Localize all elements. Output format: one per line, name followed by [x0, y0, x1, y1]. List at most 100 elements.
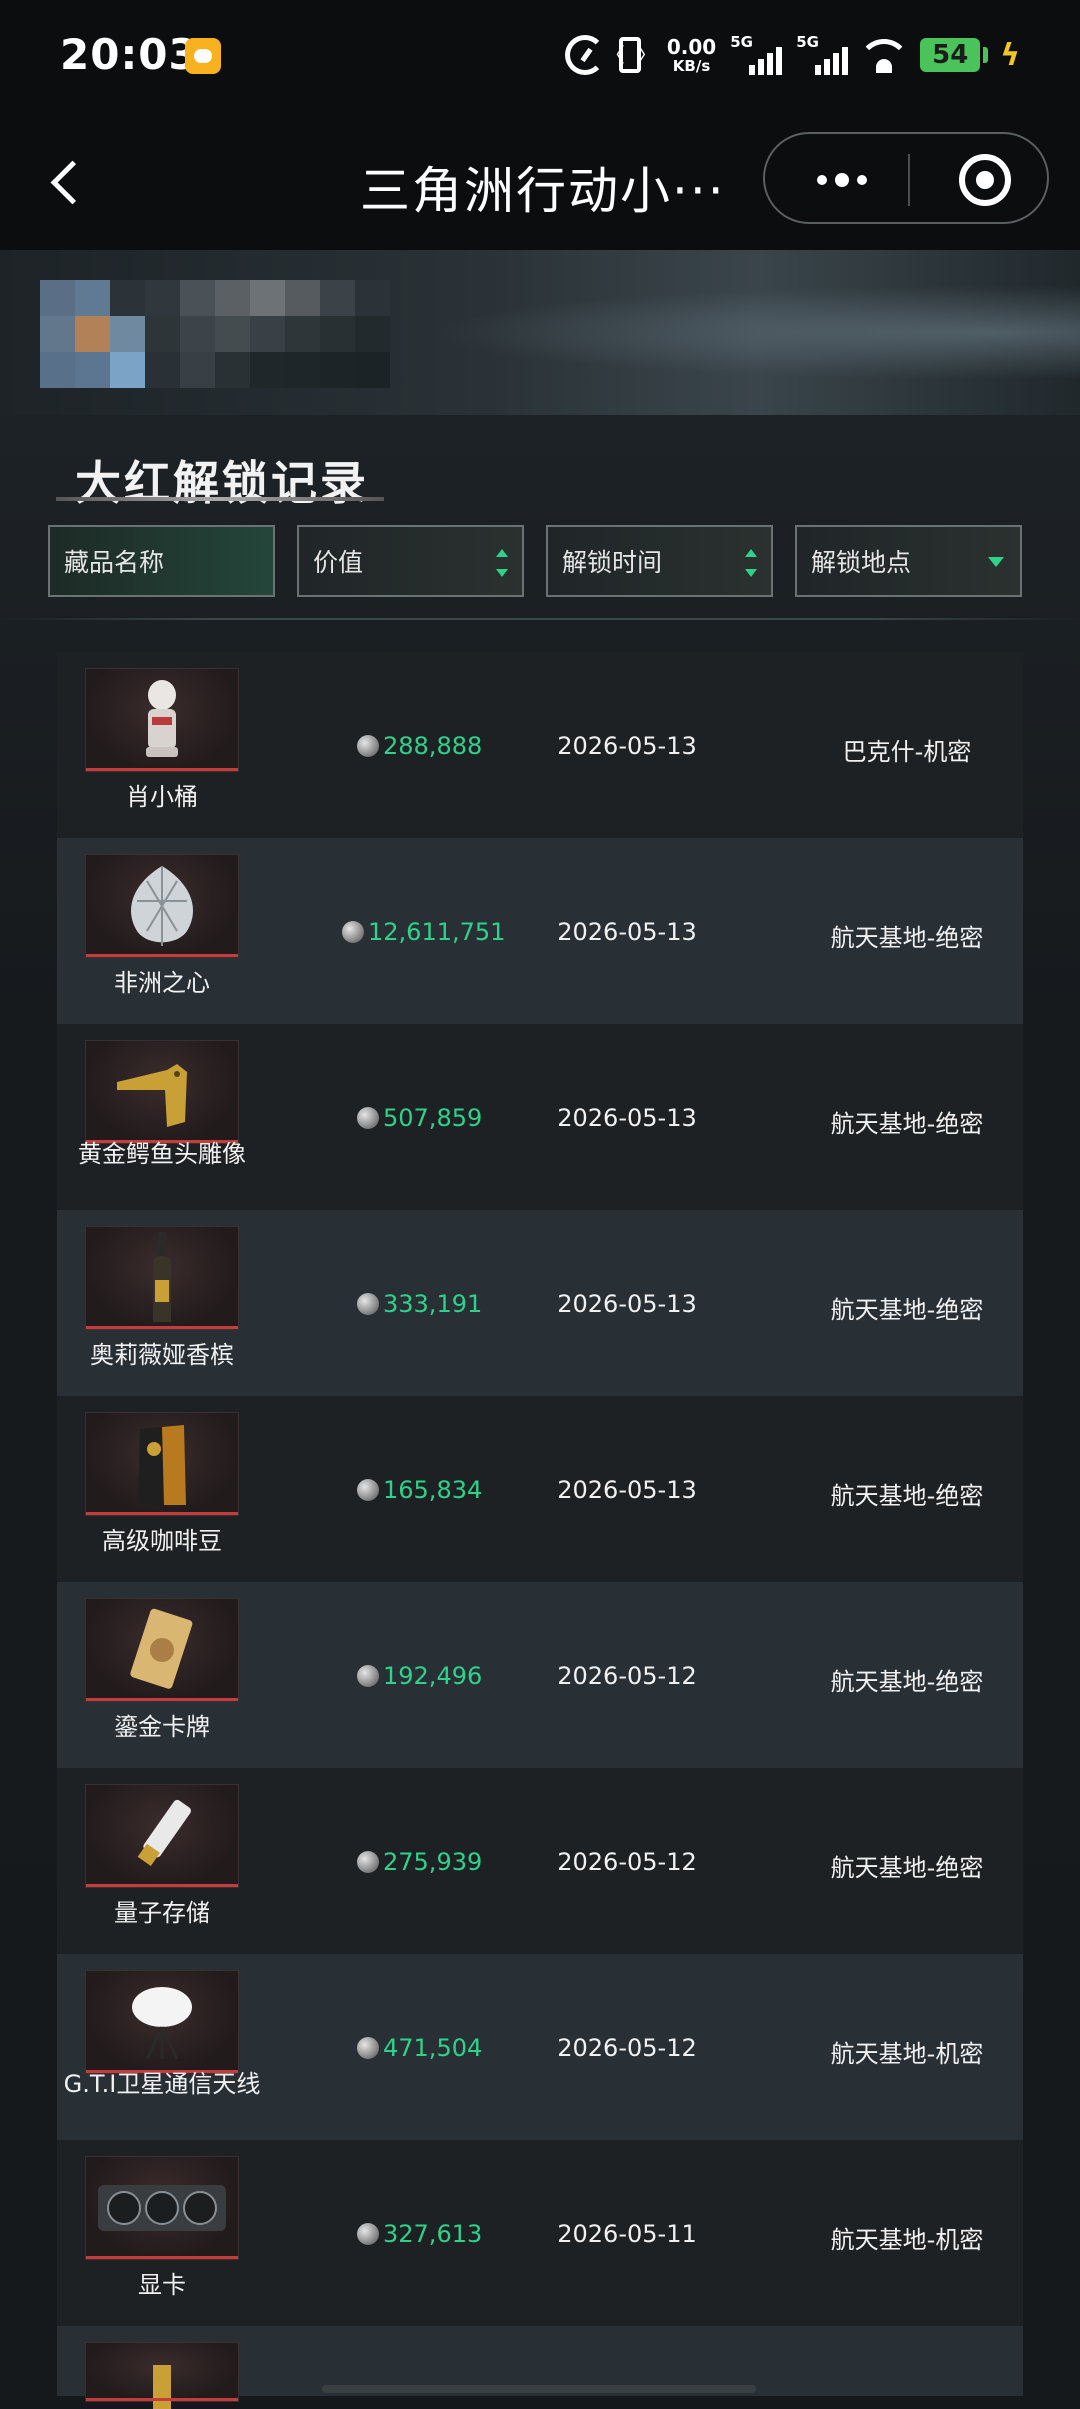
network-speed-value: 0.00 — [666, 34, 717, 59]
sort-unlock-time[interactable]: 解锁时间 — [546, 525, 773, 597]
item-price-value: 275,939 — [383, 1848, 483, 1876]
unlock-date: 2026-05-13 — [557, 918, 697, 946]
status-time: 20:03 — [60, 30, 199, 79]
item-name: 肖小桶 — [126, 783, 198, 811]
coin-icon — [357, 2223, 379, 2245]
coin-icon — [357, 1851, 379, 1873]
coin-icon — [342, 921, 364, 943]
item-thumbnail — [85, 668, 239, 772]
coffee-bag-icon — [138, 1425, 186, 1505]
item-thumbnail — [85, 1226, 239, 1330]
charging-icon: ϟ — [1000, 37, 1020, 73]
title-bar: 三角洲行动小··· — [0, 115, 1080, 250]
scrollbar[interactable] — [322, 2385, 756, 2393]
item-price-value: 333,191 — [383, 1290, 483, 1318]
item-name: 非洲之心 — [114, 969, 210, 997]
unlock-location: 航天基地-绝密 — [830, 1110, 984, 1138]
table-row[interactable]: G.T.I卫星通信天线 471,504 2026-05-12 航天基地-机密 — [57, 1954, 1023, 2140]
item-name: 高级咖啡豆 — [102, 1527, 222, 1555]
table-row[interactable]: 奥莉薇娅香槟 333,191 2026-05-13 航天基地-绝密 — [57, 1210, 1023, 1396]
gold-crocodile-icon — [117, 1064, 187, 1127]
table-row[interactable]: 显卡 327,613 2026-05-11 航天基地-机密 — [57, 2140, 1023, 2326]
item-name: 量子存储 — [114, 1899, 210, 1927]
filter-unlock-location[interactable]: 解锁地点 — [795, 525, 1022, 597]
satellite-antenna-icon — [132, 1987, 192, 2060]
figurine-icon — [146, 680, 178, 757]
filter-unlock-location-label: 解锁地点 — [811, 548, 912, 577]
section-title-underline — [56, 497, 384, 501]
item-thumbnail — [85, 2342, 239, 2409]
filter-item-name[interactable]: 藏品名称 — [48, 525, 275, 597]
item-price: 12,611,751 — [342, 918, 522, 946]
unlock-date: 2026-05-12 — [557, 1662, 697, 1690]
table-row[interactable]: 高级咖啡豆 165,834 2026-05-13 航天基地-绝密 — [57, 1396, 1023, 1582]
graphics-card-icon — [98, 2185, 226, 2231]
back-icon[interactable] — [45, 153, 89, 213]
item-price: 288,888 — [357, 732, 537, 760]
close-mini-program-icon[interactable] — [959, 154, 1011, 206]
table-row[interactable]: 非洲之心 12,611,751 2026-05-13 航天基地-绝密 — [57, 838, 1023, 1024]
unlock-location: 航天基地-机密 — [830, 2226, 984, 2254]
sort-icon — [494, 549, 510, 577]
status-bar: 20:03 0.00 KB/s 5G 5G 54 ϟ — [0, 0, 1080, 115]
profile-banner — [0, 250, 1080, 415]
filter-item-name-label: 藏品名称 — [64, 548, 165, 577]
signal-icon: 5G — [796, 33, 849, 75]
sort-unlock-time-label: 解锁时间 — [562, 548, 663, 577]
speedometer-icon — [564, 35, 605, 75]
unlock-location: 巴克什-机密 — [842, 738, 972, 766]
coin-icon — [357, 1479, 379, 1501]
sort-icon — [743, 549, 759, 577]
unlock-location: 航天基地-绝密 — [830, 1668, 984, 1696]
item-name: G.T.I卫星通信天线 — [63, 2070, 261, 2098]
section-title: 大红解锁记录 — [75, 456, 369, 510]
notification-app-icon — [185, 38, 221, 74]
item-thumbnail — [85, 854, 239, 958]
gold-card-icon — [130, 1608, 193, 1689]
pixelated-avatar — [40, 280, 390, 390]
item-price: 327,613 — [357, 2220, 537, 2248]
filter-bar: 藏品名称 价值 解锁时间 解锁地点 — [48, 525, 1033, 597]
item-thumbnail — [85, 1970, 239, 2074]
gold-bar-icon — [153, 2364, 171, 2409]
item-name: 黄金鳄鱼头雕像 — [78, 1140, 246, 1168]
unlock-date: 2026-05-13 — [557, 1290, 697, 1318]
unlock-date: 2026-05-13 — [557, 1476, 697, 1504]
mini-program-capsule — [763, 132, 1049, 224]
table-row[interactable]: 鎏金卡牌 192,496 2026-05-12 航天基地-绝密 — [57, 1582, 1023, 1768]
capsule-divider — [908, 154, 910, 206]
coin-icon — [357, 1107, 379, 1129]
item-thumbnail — [85, 1040, 239, 1144]
item-price-value: 471,504 — [383, 2034, 483, 2062]
item-thumbnail — [85, 1412, 239, 1516]
network-speed: 0.00 KB/s — [667, 37, 716, 74]
coin-icon — [357, 2037, 379, 2059]
unlock-location: 航天基地-绝密 — [830, 1296, 984, 1324]
network-speed-unit: KB/s — [672, 56, 711, 75]
table-row[interactable]: 黄金鳄鱼头雕像 507,859 2026-05-13 航天基地-绝密 — [57, 1024, 1023, 1210]
sort-value[interactable]: 价值 — [297, 525, 524, 597]
section-divider — [0, 618, 1080, 620]
item-price: 333,191 — [357, 1290, 537, 1318]
vibrate-icon — [605, 37, 657, 73]
battery-icon: 54 — [920, 38, 989, 72]
diamond-icon — [131, 866, 193, 946]
item-name: 显卡 — [138, 2271, 186, 2299]
unlock-record-table: 肖小桶 288,888 2026-05-13 巴克什-机密 非洲之心 12,61… — [57, 652, 1023, 2409]
item-price-value: 192,496 — [383, 1662, 483, 1690]
table-row[interactable]: 肖小桶 288,888 2026-05-13 巴克什-机密 — [57, 652, 1023, 838]
quantum-storage-icon — [137, 1799, 191, 1866]
unlock-location: 航天基地-绝密 — [830, 1854, 984, 1882]
sort-value-label: 价值 — [313, 548, 364, 577]
more-icon[interactable] — [807, 162, 877, 198]
item-price: 471,504 — [357, 2034, 537, 2062]
page-title: 三角洲行动小··· — [360, 162, 726, 220]
unlock-date: 2026-05-11 — [557, 2220, 697, 2248]
table-row[interactable]: 量子存储 275,939 2026-05-12 航天基地-绝密 — [57, 1768, 1023, 1954]
unlock-date: 2026-05-13 — [557, 1104, 697, 1132]
unlock-location: 航天基地-绝密 — [830, 924, 984, 952]
item-thumbnail — [85, 1784, 239, 1888]
battery-level: 54 — [932, 40, 969, 70]
coin-icon — [357, 1665, 379, 1687]
item-price-value: 507,859 — [383, 1104, 483, 1132]
